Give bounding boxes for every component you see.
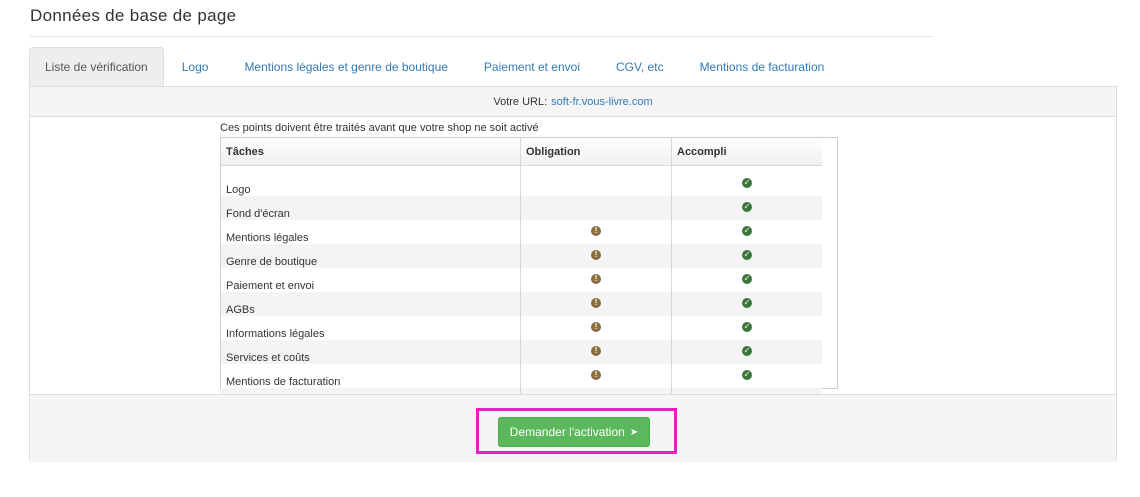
obligation-cell: ! — [520, 340, 672, 364]
task-name: Mentions de facturation — [221, 364, 521, 388]
task-name: Logo — [221, 172, 521, 196]
table-row: Informations légales! ✓ — [221, 316, 822, 340]
check-circle-icon: ✓ — [742, 370, 752, 380]
check-circle-icon: ✓ — [742, 178, 752, 188]
obligation-cell — [520, 196, 672, 220]
done-cell: ✓ — [671, 316, 822, 340]
column-header-tasks: Tâches — [221, 138, 521, 166]
tab-checklist[interactable]: Liste de vérification — [29, 47, 164, 86]
task-name: Fond d'écran — [221, 196, 521, 220]
tab-logo[interactable]: Logo — [164, 47, 227, 86]
table-row: AGBs! ✓ — [221, 292, 822, 316]
column-header-obligation: Obligation — [520, 138, 672, 166]
exclamation-circle-icon: ! — [591, 274, 601, 284]
panel-footer: Demander l'activation ➤ — [30, 394, 1116, 462]
task-name: Services et coûts — [221, 340, 521, 364]
exclamation-circle-icon: ! — [591, 226, 601, 236]
exclamation-circle-icon: ! — [591, 298, 601, 308]
task-table-body: Logo ✓ Fond d'écran ✓ Mentions légales! ✓ Genr… — [221, 165, 822, 412]
exclamation-circle-icon: ! — [591, 346, 601, 356]
panel-heading: Votre URL: soft-fr.vous-livre.com — [30, 87, 1116, 117]
obligation-cell: ! — [520, 268, 672, 292]
exclamation-circle-icon: ! — [591, 370, 601, 380]
send-arrow-icon: ➤ — [629, 426, 639, 438]
table-row: Fond d'écran ✓ — [221, 196, 822, 220]
shop-url-link[interactable]: soft-fr.vous-livre.com — [551, 96, 652, 108]
exclamation-circle-icon: ! — [591, 250, 601, 260]
obligation-cell — [520, 172, 672, 196]
done-cell: ✓ — [671, 268, 822, 292]
done-cell: ✓ — [671, 220, 822, 244]
check-circle-icon: ✓ — [742, 202, 752, 212]
intro-text: Ces points doivent être traités avant qu… — [220, 122, 539, 134]
tab-payment-shipping[interactable]: Paiement et envoi — [466, 47, 598, 86]
check-circle-icon: ✓ — [742, 226, 752, 236]
task-name: AGBs — [221, 292, 521, 316]
url-label: Votre URL: — [493, 95, 548, 108]
task-table: Tâches Obligation Accompli Logo ✓ Fond d'é… — [221, 138, 822, 412]
tab-terms[interactable]: CGV, etc — [598, 47, 682, 86]
check-circle-icon: ✓ — [742, 274, 752, 284]
task-name: Genre de boutique — [221, 244, 521, 268]
page-title: Données de base de page — [30, 6, 237, 25]
title-divider — [30, 36, 932, 37]
table-row: Services et coûts! ✓ — [221, 340, 822, 364]
obligation-cell: ! — [520, 364, 672, 388]
obligation-cell: ! — [520, 316, 672, 340]
done-cell: ✓ — [671, 292, 822, 316]
done-cell: ✓ — [671, 244, 822, 268]
done-cell: ✓ — [671, 172, 822, 196]
obligation-cell: ! — [520, 220, 672, 244]
table-row: Genre de boutique! ✓ — [221, 244, 822, 268]
tab-legal-shop-type[interactable]: Mentions légales et genre de boutique — [226, 47, 465, 86]
obligation-cell: ! — [520, 292, 672, 316]
table-row: Mentions de facturation! ✓ — [221, 364, 822, 388]
table-row: Logo ✓ — [221, 172, 822, 196]
tab-bar: Liste de vérification Logo Mentions léga… — [29, 47, 842, 86]
done-cell: ✓ — [671, 364, 822, 388]
check-circle-icon: ✓ — [742, 250, 752, 260]
check-circle-icon: ✓ — [742, 298, 752, 308]
checklist-panel: Votre URL: soft-fr.vous-livre.com Ces po… — [29, 86, 1117, 462]
task-name: Mentions légales — [221, 220, 521, 244]
table-row: Mentions légales! ✓ — [221, 220, 822, 244]
task-name: Paiement et envoi — [221, 268, 521, 292]
exclamation-circle-icon: ! — [591, 322, 601, 332]
check-circle-icon: ✓ — [742, 322, 752, 332]
check-circle-icon: ✓ — [742, 346, 752, 356]
tab-billing-info[interactable]: Mentions de facturation — [682, 47, 843, 86]
task-table-container: Tâches Obligation Accompli Logo ✓ Fond d'é… — [220, 137, 838, 412]
request-activation-label: Demander l'activation — [509, 425, 625, 439]
done-cell: ✓ — [671, 196, 822, 220]
table-row: Paiement et envoi! ✓ — [221, 268, 822, 292]
task-name: Informations légales — [221, 316, 521, 340]
obligation-cell: ! — [520, 244, 672, 268]
column-header-done: Accompli — [671, 138, 822, 166]
done-cell: ✓ — [671, 340, 822, 364]
request-activation-button[interactable]: Demander l'activation ➤ — [498, 417, 650, 447]
